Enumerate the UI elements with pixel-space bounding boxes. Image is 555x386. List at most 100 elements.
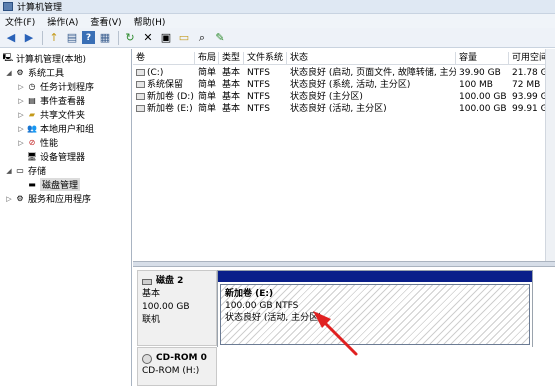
expand-icon[interactable]: ▷ (17, 111, 25, 119)
toolbar-separator (118, 30, 119, 45)
cdrom-icon (142, 353, 152, 364)
menu-file[interactable]: 文件(F) (5, 15, 35, 28)
event-log-icon: ▤ (28, 96, 36, 105)
search-icon[interactable]: ⌕ (194, 30, 210, 46)
help-icon[interactable]: ? (82, 31, 95, 44)
disk-info-panel[interactable]: 磁盘 2 基本 100.00 GB 联机 (137, 270, 217, 346)
volume-list-header: 卷 布局 类型 文件系统 状态 容量 可用空间 (133, 52, 555, 65)
cell-layout: 简单 (198, 68, 217, 78)
tree-item-services-apps[interactable]: ▷ ⚙ 服务和应用程序 (5, 192, 91, 205)
tree-item-disk-management[interactable]: ▬ 磁盘管理 (27, 178, 81, 191)
computer-icon: 🖳 (2, 52, 14, 62)
cell-status: 状态良好 (系统, 活动, 主分区) (290, 80, 411, 90)
menu-action[interactable]: 操作(A) (47, 15, 78, 28)
cell-volume: 新加卷 (D:) (147, 92, 194, 102)
wizard-icon[interactable]: ✎ (212, 30, 228, 46)
cell-status: 状态良好 (活动, 主分区) (290, 104, 387, 114)
title-bar: 计算机管理 (0, 0, 555, 14)
column-header-filesystem[interactable]: 文件系统 (244, 52, 287, 65)
column-header-type[interactable]: 类型 (219, 52, 244, 65)
disk-icon (142, 278, 152, 285)
cell-layout: 简单 (198, 92, 217, 102)
volume-icon (136, 93, 145, 100)
partition-name: 新加卷 (E:) (225, 289, 274, 299)
expand-icon[interactable]: ▷ (17, 83, 25, 91)
refresh-icon[interactable]: ↻ (122, 30, 138, 46)
tree-item-root[interactable]: 🖳 计算机管理(本地) (2, 52, 86, 66)
services-icon: ⚙ (16, 194, 24, 203)
expand-icon[interactable]: ▷ (5, 195, 13, 203)
disk-graphical-pane: 磁盘 2 基本 100.00 GB 联机 新加卷 (E:) 100.00 GB … (133, 267, 555, 386)
disk-type: 基本 (142, 289, 161, 299)
tree-item-system-tools[interactable]: ◢ ⚙ 系统工具 (5, 66, 64, 79)
navigation-tree: 🖳 计算机管理(本地) ◢ ⚙ 系统工具 ▷ ◷ 任务计划程序 ▷ ▤ 事件查看… (0, 49, 132, 386)
tree-item-shared-folders[interactable]: ▷ ▰ 共享文件夹 (17, 108, 85, 121)
computer-management-icon (3, 2, 13, 11)
expand-icon[interactable]: ▷ (17, 139, 25, 147)
disk-size: 100.00 GB (142, 302, 190, 312)
tree-item-local-users[interactable]: ▷ 👥 本地用户和组 (17, 122, 94, 135)
menu-help[interactable]: 帮助(H) (134, 15, 166, 28)
tree-item-performance[interactable]: ▷ ⊘ 性能 (17, 136, 58, 149)
partition-status: 状态良好 (活动, 主分区) (225, 313, 322, 323)
table-row[interactable]: 新加卷 (D:) 简单 基本 NTFS 状态良好 (主分区) 100.00 GB… (133, 91, 555, 103)
column-header-capacity[interactable]: 容量 (456, 52, 509, 65)
tools-icon: ⚙ (16, 68, 24, 77)
disk-status: 联机 (142, 315, 161, 325)
column-header-status[interactable]: 状态 (287, 52, 456, 65)
tree-item-event-viewer[interactable]: ▷ ▤ 事件查看器 (17, 94, 85, 107)
users-icon: 👥 (27, 124, 37, 133)
cell-filesystem: NTFS (247, 92, 270, 102)
disk-title: 磁盘 2 (156, 276, 184, 286)
device-manager-icon: 🖥 (26, 152, 38, 161)
properties-icon[interactable]: ▦ (97, 30, 113, 46)
tree-item-storage[interactable]: ◢ ▭ 存储 (5, 164, 46, 177)
cell-type: 基本 (222, 104, 241, 114)
toolbar: ◀ ▶ ↑ ▤ ? ▦ ↻ ✕ ▣ ▭ ⌕ ✎ (0, 28, 555, 48)
volume-icon (136, 69, 145, 76)
clock-icon: ◷ (28, 82, 36, 91)
cell-volume: 新加卷 (E:) (147, 104, 193, 114)
disk-management-icon: ▬ (28, 180, 36, 189)
table-row[interactable]: 系统保留 简单 基本 NTFS 状态良好 (系统, 活动, 主分区) 100 M… (133, 79, 555, 91)
forward-arrow-icon[interactable]: ▶ (21, 30, 37, 46)
list-scrollbar[interactable] (545, 49, 555, 261)
cell-type: 基本 (222, 92, 241, 102)
new-icon[interactable]: ▣ (158, 30, 174, 46)
column-header-layout[interactable]: 布局 (195, 52, 219, 65)
show-hide-tree-icon[interactable]: ▤ (64, 30, 80, 46)
delete-icon[interactable]: ✕ (140, 30, 156, 46)
cell-volume: (C:) (147, 68, 164, 78)
cell-filesystem: NTFS (247, 68, 270, 78)
collapse-icon[interactable]: ◢ (5, 167, 13, 175)
expand-icon[interactable]: ▷ (17, 125, 25, 133)
cdrom-media-area (217, 347, 555, 386)
folder-icon: ▰ (28, 110, 36, 119)
menu-view[interactable]: 查看(V) (90, 15, 121, 28)
cell-capacity: 100.00 GB (459, 92, 507, 102)
cell-filesystem: NTFS (247, 80, 270, 90)
volume-icon (136, 81, 145, 88)
table-row[interactable]: (C:) 简单 基本 NTFS 状态良好 (启动, 页面文件, 故障转储, 主分… (133, 67, 555, 79)
storage-icon: ▭ (16, 166, 24, 175)
back-arrow-icon[interactable]: ◀ (3, 30, 19, 46)
open-icon[interactable]: ▭ (176, 30, 192, 46)
collapse-icon[interactable]: ◢ (5, 69, 13, 77)
expand-icon[interactable]: ▷ (17, 97, 25, 105)
cell-type: 基本 (222, 68, 241, 78)
cdrom-label: CD-ROM (H:) (142, 366, 200, 376)
up-folder-icon[interactable]: ↑ (46, 30, 62, 46)
partition-body[interactable]: 新加卷 (E:) 100.00 GB NTFS 状态良好 (活动, 主分区) (220, 284, 530, 345)
volume-icon (136, 105, 145, 112)
table-row[interactable]: 新加卷 (E:) 简单 基本 NTFS 状态良好 (活动, 主分区) 100.0… (133, 103, 555, 115)
partition-e[interactable]: 新加卷 (E:) 100.00 GB NTFS 状态良好 (活动, 主分区) (217, 270, 533, 348)
cell-layout: 简单 (198, 104, 217, 114)
performance-icon: ⊘ (28, 138, 36, 147)
cell-capacity: 39.90 GB (459, 68, 501, 78)
tree-item-device-manager[interactable]: 🖥 设备管理器 (27, 150, 85, 163)
column-header-volume[interactable]: 卷 (133, 52, 195, 65)
cdrom-title: CD-ROM 0 (156, 353, 207, 363)
cell-status: 状态良好 (主分区) (290, 92, 363, 102)
tree-item-task-scheduler[interactable]: ▷ ◷ 任务计划程序 (17, 80, 94, 93)
cdrom-info-panel[interactable]: CD-ROM 0 CD-ROM (H:) (137, 347, 217, 386)
